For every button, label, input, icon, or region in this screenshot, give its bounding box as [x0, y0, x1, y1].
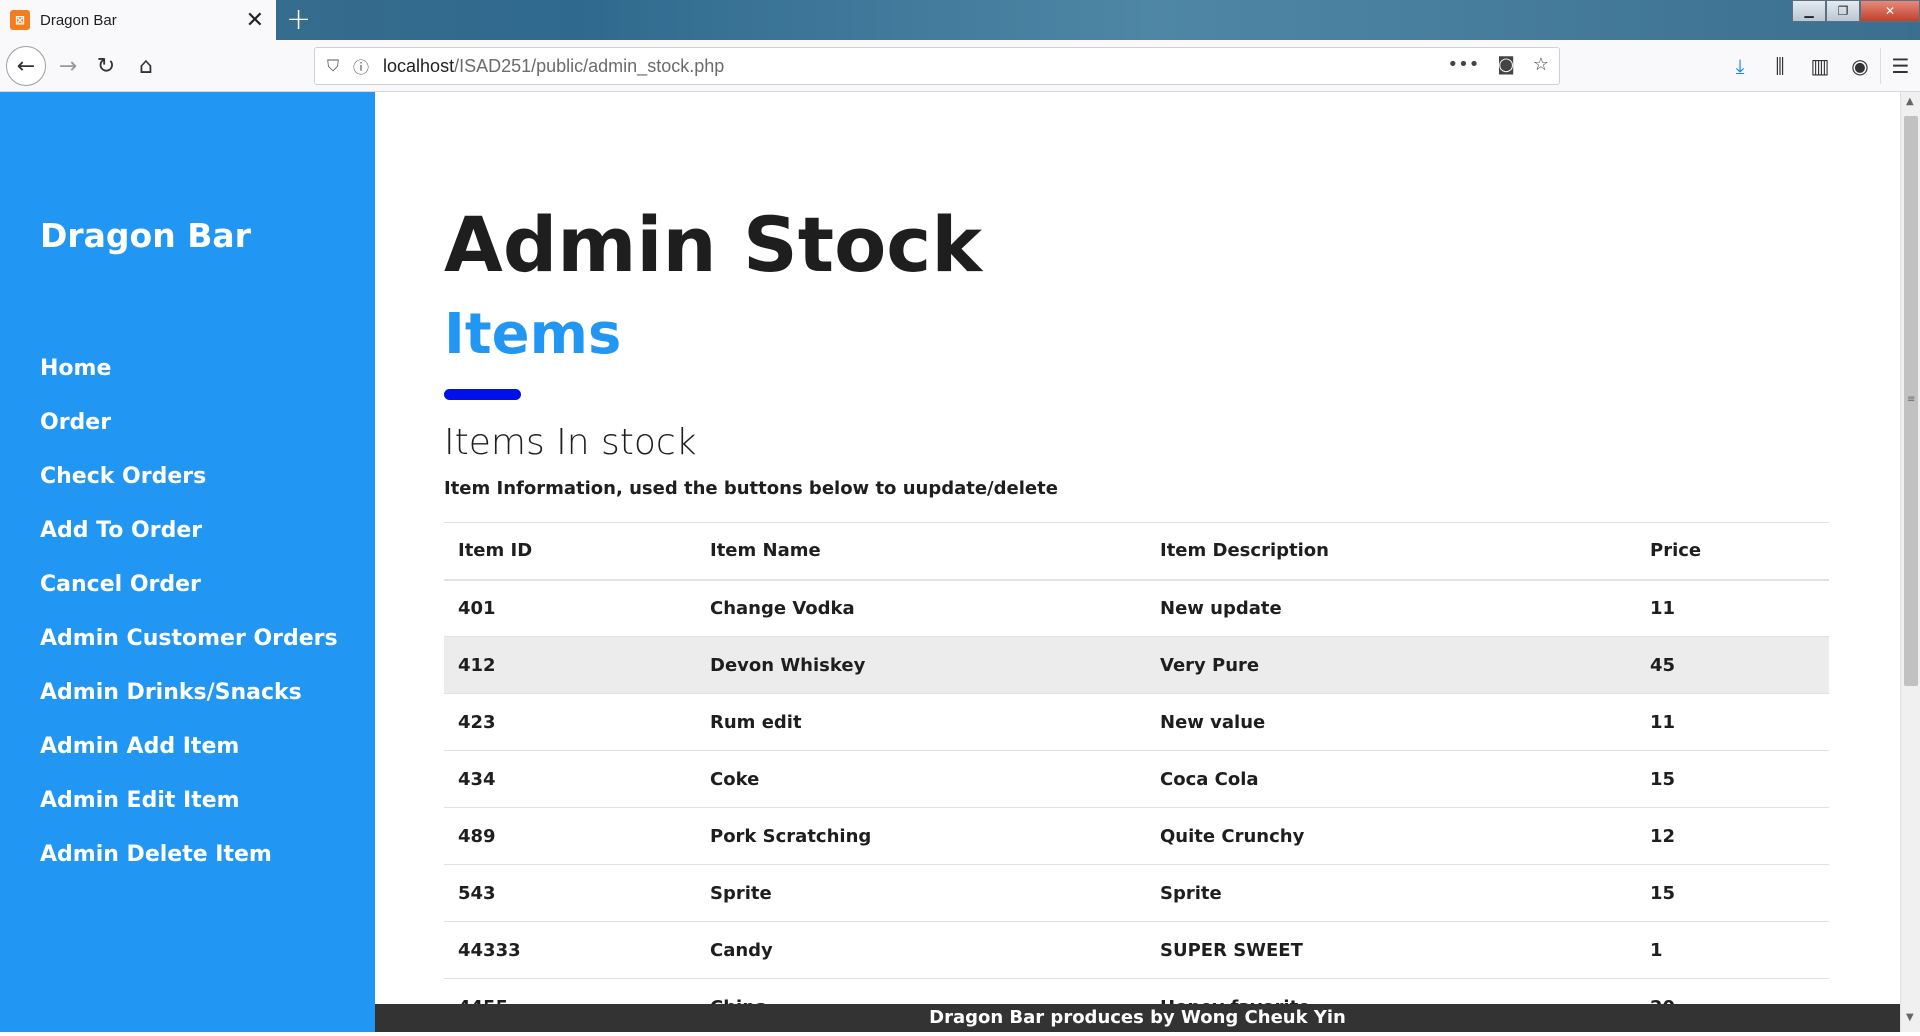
sidebar-toggle-icon[interactable]: ▥: [1800, 48, 1840, 84]
table-row[interactable]: 423 Rum edit New value 11: [444, 693, 1829, 751]
cell-price: 11: [1636, 579, 1829, 637]
table-row[interactable]: 434 Coke Coca Cola 15: [444, 750, 1829, 808]
cell-item-description: Very Pure: [1146, 636, 1636, 694]
sidebar-item-add-to-order[interactable]: Add To Order: [40, 518, 338, 572]
browser-nav-bar: ← → ↻ ⌂ ⛉ ⓘ localhost/ISAD251/public/adm…: [0, 40, 1920, 92]
url-bar[interactable]: ⛉ ⓘ localhost/ISAD251/public/admin_stock…: [314, 47, 1560, 85]
restore-button[interactable]: ❐: [1826, 0, 1860, 22]
cell-item-id: 423: [444, 693, 696, 751]
url-host: localhost: [383, 55, 455, 76]
pocket-icon[interactable]: ◙: [1497, 54, 1514, 75]
tracking-shield-icon[interactable]: ⛉: [327, 56, 339, 76]
cell-item-description: Sprite: [1146, 864, 1636, 922]
cell-item-name: Sprite: [696, 864, 1146, 922]
cell-price: 45: [1636, 636, 1829, 694]
reload-icon[interactable]: ↻: [88, 48, 124, 84]
header-item-description: Item Description: [1146, 522, 1636, 581]
menu-icon[interactable]: ☰: [1880, 48, 1920, 84]
window-controls: ▁ ❐ ✕: [1792, 0, 1920, 24]
cell-item-name: Pork Scratching: [696, 807, 1146, 865]
cell-item-name: Candy: [696, 921, 1146, 979]
cell-item-description: Coca Cola: [1146, 750, 1636, 808]
table-row[interactable]: 543 Sprite Sprite 15: [444, 864, 1829, 922]
cell-item-name: Rum edit: [696, 693, 1146, 751]
url-path: /ISAD251/public/admin_stock.php: [454, 55, 725, 76]
sidebar-item-admin-add-item[interactable]: Admin Add Item: [40, 734, 338, 788]
back-arrow-icon[interactable]: ←: [6, 46, 46, 86]
scroll-grip-icon: ≡: [1907, 394, 1916, 405]
cell-price: 15: [1636, 750, 1829, 808]
cell-item-id: 543: [444, 864, 696, 922]
accent-divider: [444, 389, 521, 400]
section-description: Item Information, used the buttons below…: [444, 478, 1058, 499]
site-info-icon[interactable]: ⓘ: [353, 54, 369, 78]
minimize-button[interactable]: ▁: [1792, 0, 1826, 22]
table-row[interactable]: 489 Pork Scratching Quite Crunchy 12: [444, 807, 1829, 865]
library-icon[interactable]: ⫼: [1760, 48, 1800, 84]
cell-item-id: 401: [444, 579, 696, 637]
account-icon[interactable]: ◉: [1840, 48, 1880, 84]
cell-item-name: Coke: [696, 750, 1146, 808]
cell-item-description: SUPER SWEET: [1146, 921, 1636, 979]
home-icon[interactable]: ⌂: [128, 48, 164, 84]
table-header-row: Item ID Item Name Item Description Price: [444, 522, 1829, 581]
cell-item-name: Devon Whiskey: [696, 636, 1146, 694]
stock-table: Item ID Item Name Item Description Price…: [444, 522, 1829, 1036]
cell-price: 11: [1636, 693, 1829, 751]
cell-item-id: 44333: [444, 921, 696, 979]
more-actions-icon[interactable]: •••: [1448, 54, 1480, 75]
cell-price: 12: [1636, 807, 1829, 865]
cell-item-description: Quite Crunchy: [1146, 807, 1636, 865]
cell-item-id: 412: [444, 636, 696, 694]
cell-item-description: New update: [1146, 579, 1636, 637]
sidebar-item-check-orders[interactable]: Check Orders: [40, 464, 338, 518]
cell-item-id: 434: [444, 750, 696, 808]
cell-item-name: Change Vodka: [696, 579, 1146, 637]
cell-price: 15: [1636, 864, 1829, 922]
browser-tab[interactable]: ⊠ Dragon Bar ✕: [0, 0, 276, 40]
close-window-button[interactable]: ✕: [1860, 0, 1920, 22]
sidebar-item-home[interactable]: Home: [40, 356, 338, 410]
header-price: Price: [1636, 522, 1829, 581]
items-heading: Items: [444, 302, 622, 367]
section-title: Items In stock: [444, 422, 697, 463]
xampp-icon: ⊠: [10, 10, 30, 30]
scroll-down-arrow-icon[interactable]: ▼: [1906, 1012, 1914, 1023]
bookmark-star-icon[interactable]: ☆: [1533, 54, 1549, 75]
cell-price: 1: [1636, 921, 1829, 979]
sidebar: Dragon Bar Home Order Check Orders Add T…: [0, 92, 375, 1032]
sidebar-item-admin-edit-item[interactable]: Admin Edit Item: [40, 788, 338, 842]
url-text[interactable]: localhost/ISAD251/public/admin_stock.php: [383, 56, 724, 77]
cell-item-description: New value: [1146, 693, 1636, 751]
sidebar-nav: Home Order Check Orders Add To Order Can…: [40, 356, 338, 896]
new-tab-icon[interactable]: +: [286, 2, 311, 37]
header-item-id: Item ID: [444, 522, 696, 581]
page-title: Admin Stock: [444, 200, 982, 289]
browser-tab-bar: ⊠ Dragon Bar ✕ + ▁ ❐ ✕: [0, 0, 1920, 40]
scroll-up-arrow-icon[interactable]: ▲: [1906, 96, 1914, 107]
cell-item-id: 489: [444, 807, 696, 865]
main-content: Admin Stock Items Items In stock Item In…: [375, 92, 1900, 1036]
download-icon[interactable]: ⤓: [1720, 48, 1760, 84]
sidebar-item-admin-delete-item[interactable]: Admin Delete Item: [40, 842, 338, 896]
close-tab-icon[interactable]: ✕: [246, 8, 264, 33]
url-actions: ••• ◙ ☆: [1448, 54, 1549, 75]
forward-arrow-icon[interactable]: →: [50, 48, 86, 84]
header-item-name: Item Name: [696, 522, 1146, 581]
browser-toolbar-right: ⤓ ⫼ ▥ ◉ ☰: [1720, 48, 1920, 84]
table-row[interactable]: 412 Devon Whiskey Very Pure 45: [444, 636, 1829, 694]
sidebar-item-order[interactable]: Order: [40, 410, 338, 464]
brand-title[interactable]: Dragon Bar: [40, 216, 251, 255]
tab-title: Dragon Bar: [40, 11, 117, 29]
table-row[interactable]: 401 Change Vodka New update 11: [444, 579, 1829, 637]
sidebar-item-admin-customer-orders[interactable]: Admin Customer Orders: [40, 626, 338, 680]
sidebar-item-admin-drinks-snacks[interactable]: Admin Drinks/Snacks: [40, 680, 338, 734]
page-footer: Dragon Bar produces by Wong Cheuk Yin: [375, 1004, 1900, 1032]
sidebar-item-cancel-order[interactable]: Cancel Order: [40, 572, 338, 626]
table-row[interactable]: 44333 Candy SUPER SWEET 1: [444, 921, 1829, 979]
page-scrollbar[interactable]: ▲ ≡ ▼: [1900, 92, 1920, 1032]
